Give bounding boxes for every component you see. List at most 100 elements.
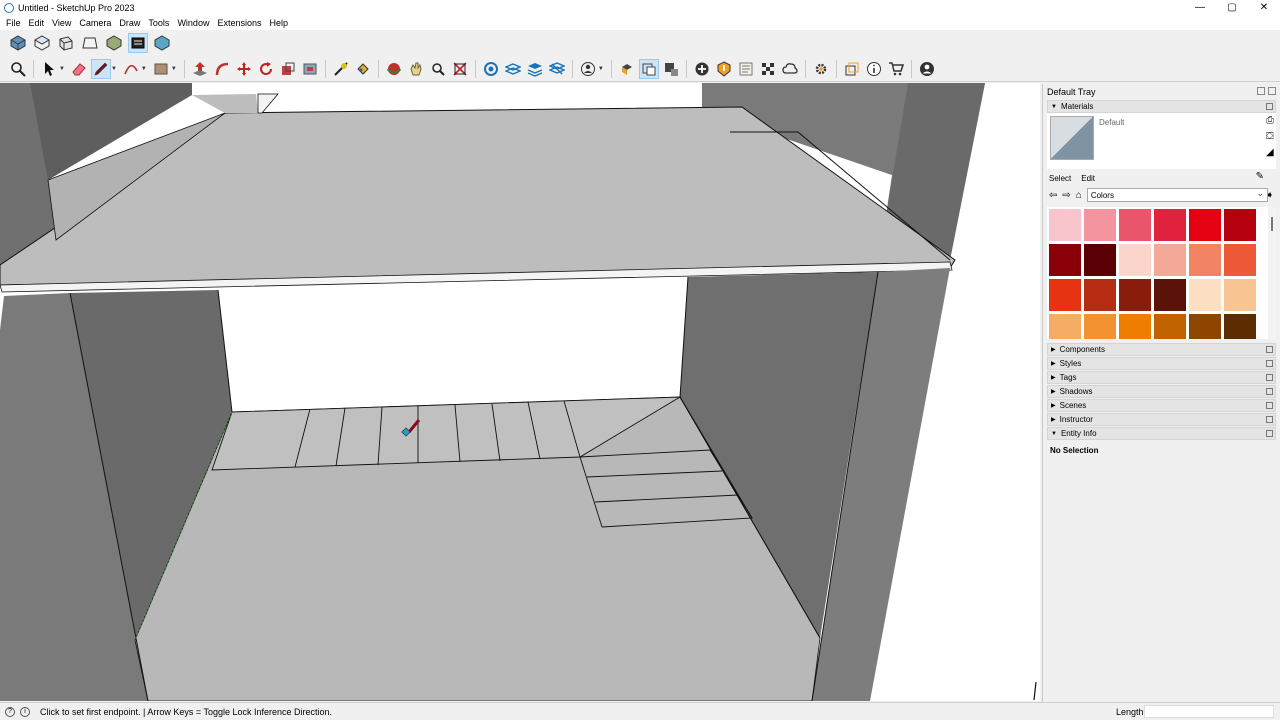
outliner-icon[interactable] — [714, 59, 734, 79]
menu-tools[interactable]: Tools — [144, 18, 173, 28]
settings-icon[interactable] — [811, 59, 831, 79]
close-icon[interactable] — [1266, 374, 1273, 381]
color-swatch[interactable] — [1189, 244, 1221, 276]
account-icon[interactable] — [917, 59, 937, 79]
chevron-down-icon[interactable]: ▼ — [111, 66, 117, 72]
eraser-icon[interactable] — [69, 59, 89, 79]
color-swatch[interactable] — [1084, 314, 1116, 339]
cloud-icon[interactable] — [780, 59, 800, 79]
panel-header-styles[interactable]: ▶ Styles — [1047, 357, 1276, 370]
close-icon[interactable] — [1268, 87, 1276, 95]
close-icon[interactable] — [1266, 346, 1273, 353]
zoom-extents-icon[interactable] — [450, 59, 470, 79]
tab-edit[interactable]: Edit — [1081, 174, 1095, 183]
color-swatch[interactable] — [1189, 209, 1221, 241]
color-swatch[interactable] — [1154, 279, 1186, 311]
chevron-down-icon[interactable]: ▼ — [141, 66, 147, 72]
scale-icon[interactable] — [278, 59, 298, 79]
minimize-button[interactable]: — — [1184, 0, 1216, 15]
materials-panel-header[interactable]: ▼ Materials — [1047, 100, 1276, 113]
color-swatch[interactable] — [1119, 244, 1151, 276]
menu-extensions[interactable]: Extensions — [213, 18, 265, 28]
chevron-down-icon[interactable]: ▼ — [598, 66, 604, 72]
color-swatch[interactable] — [1049, 209, 1081, 241]
palette-scrollbar[interactable] — [1268, 207, 1276, 339]
close-icon[interactable] — [1266, 388, 1273, 395]
panel-header-shadows[interactable]: ▶ Shadows — [1047, 385, 1276, 398]
color-swatch[interactable] — [1189, 279, 1221, 311]
menu-help[interactable]: Help — [265, 18, 292, 28]
menu-file[interactable]: File — [2, 18, 25, 28]
model-scene[interactable] — [0, 83, 1040, 701]
color-swatch[interactable] — [1084, 244, 1116, 276]
solid-tools-icon[interactable] — [617, 59, 637, 79]
panel-header-scenes[interactable]: ▶ Scenes — [1047, 399, 1276, 412]
move-icon[interactable] — [234, 59, 254, 79]
info-icon[interactable]: i — [20, 706, 30, 717]
pan-icon[interactable] — [406, 59, 426, 79]
components-icon[interactable] — [638, 58, 659, 79]
iso-view-icon[interactable] — [8, 33, 28, 53]
rectangle-icon[interactable] — [151, 59, 171, 79]
cart-icon[interactable] — [886, 59, 906, 79]
close-button[interactable]: ✕ — [1248, 0, 1280, 15]
color-swatch[interactable] — [1224, 244, 1256, 276]
rotate-icon[interactable] — [256, 59, 276, 79]
close-icon[interactable] — [1266, 360, 1273, 367]
bottom-view-icon[interactable] — [152, 33, 172, 53]
color-swatch[interactable] — [1049, 279, 1081, 311]
top-view-icon[interactable] — [32, 33, 52, 53]
section-plane-icon[interactable] — [481, 59, 501, 79]
home-icon[interactable]: ⌂ — [1076, 190, 1082, 201]
panel-header-tags[interactable]: ▶ Tags — [1047, 371, 1276, 384]
menu-camera[interactable]: Camera — [75, 18, 115, 28]
select-icon[interactable] — [39, 59, 59, 79]
paint-bucket-icon[interactable] — [353, 59, 373, 79]
warehouse-icon[interactable] — [547, 59, 567, 79]
paint-bucket-icon[interactable]: ⛋ — [1266, 131, 1274, 142]
color-swatch[interactable] — [1154, 244, 1186, 276]
back-view-icon[interactable] — [104, 33, 124, 53]
left-view-icon[interactable] — [128, 33, 148, 53]
scenes-icon[interactable] — [842, 59, 862, 79]
color-swatch[interactable] — [1154, 314, 1186, 339]
tape-measure-icon[interactable] — [331, 59, 351, 79]
geo-location-icon[interactable]: ? — [5, 706, 15, 717]
layer-stack-icon[interactable] — [525, 59, 545, 79]
zoom-icon[interactable] — [8, 59, 28, 79]
drawing-area[interactable] — [0, 83, 1040, 701]
close-icon[interactable] — [1266, 402, 1273, 409]
close-icon[interactable] — [1266, 416, 1273, 423]
push-pull-icon[interactable] — [190, 59, 210, 79]
color-swatch[interactable] — [1049, 314, 1081, 339]
color-swatch[interactable] — [1119, 279, 1151, 311]
3d-text-icon[interactable] — [736, 59, 756, 79]
offset-icon[interactable] — [300, 59, 320, 79]
panel-header-instructor[interactable]: ▶ Instructor — [1047, 413, 1276, 426]
close-icon[interactable] — [1266, 430, 1273, 437]
color-swatch[interactable] — [1154, 209, 1186, 241]
orbit-icon[interactable] — [384, 59, 404, 79]
create-material-icon[interactable]: ⎙ — [1266, 115, 1274, 126]
details-arrow-icon[interactable]: ➧ — [1266, 190, 1274, 201]
scroll-thumb[interactable] — [1271, 217, 1273, 231]
color-swatch[interactable] — [1119, 209, 1151, 241]
layer-icon[interactable] — [503, 59, 523, 79]
eyedropper-icon[interactable]: ✎ — [1256, 171, 1264, 182]
pencil-line-icon[interactable] — [90, 58, 111, 79]
material-swatch[interactable] — [1050, 116, 1094, 160]
menu-view[interactable]: View — [48, 18, 75, 28]
close-icon[interactable] — [1266, 103, 1273, 110]
menu-window[interactable]: Window — [173, 18, 213, 28]
color-swatch[interactable] — [1049, 244, 1081, 276]
panel-header-components[interactable]: ▶ Components — [1047, 343, 1276, 356]
color-swatch[interactable] — [1189, 314, 1221, 339]
back-arrow-icon[interactable]: ⇦ — [1049, 190, 1057, 201]
menu-edit[interactable]: Edit — [25, 18, 49, 28]
chevron-down-icon[interactable]: ▼ — [59, 66, 65, 72]
material-name[interactable]: Default — [1099, 118, 1124, 127]
checker-icon[interactable] — [758, 59, 778, 79]
extension-warehouse-icon[interactable] — [661, 59, 681, 79]
menu-draw[interactable]: Draw — [115, 18, 144, 28]
measurement-input[interactable] — [1144, 705, 1274, 718]
